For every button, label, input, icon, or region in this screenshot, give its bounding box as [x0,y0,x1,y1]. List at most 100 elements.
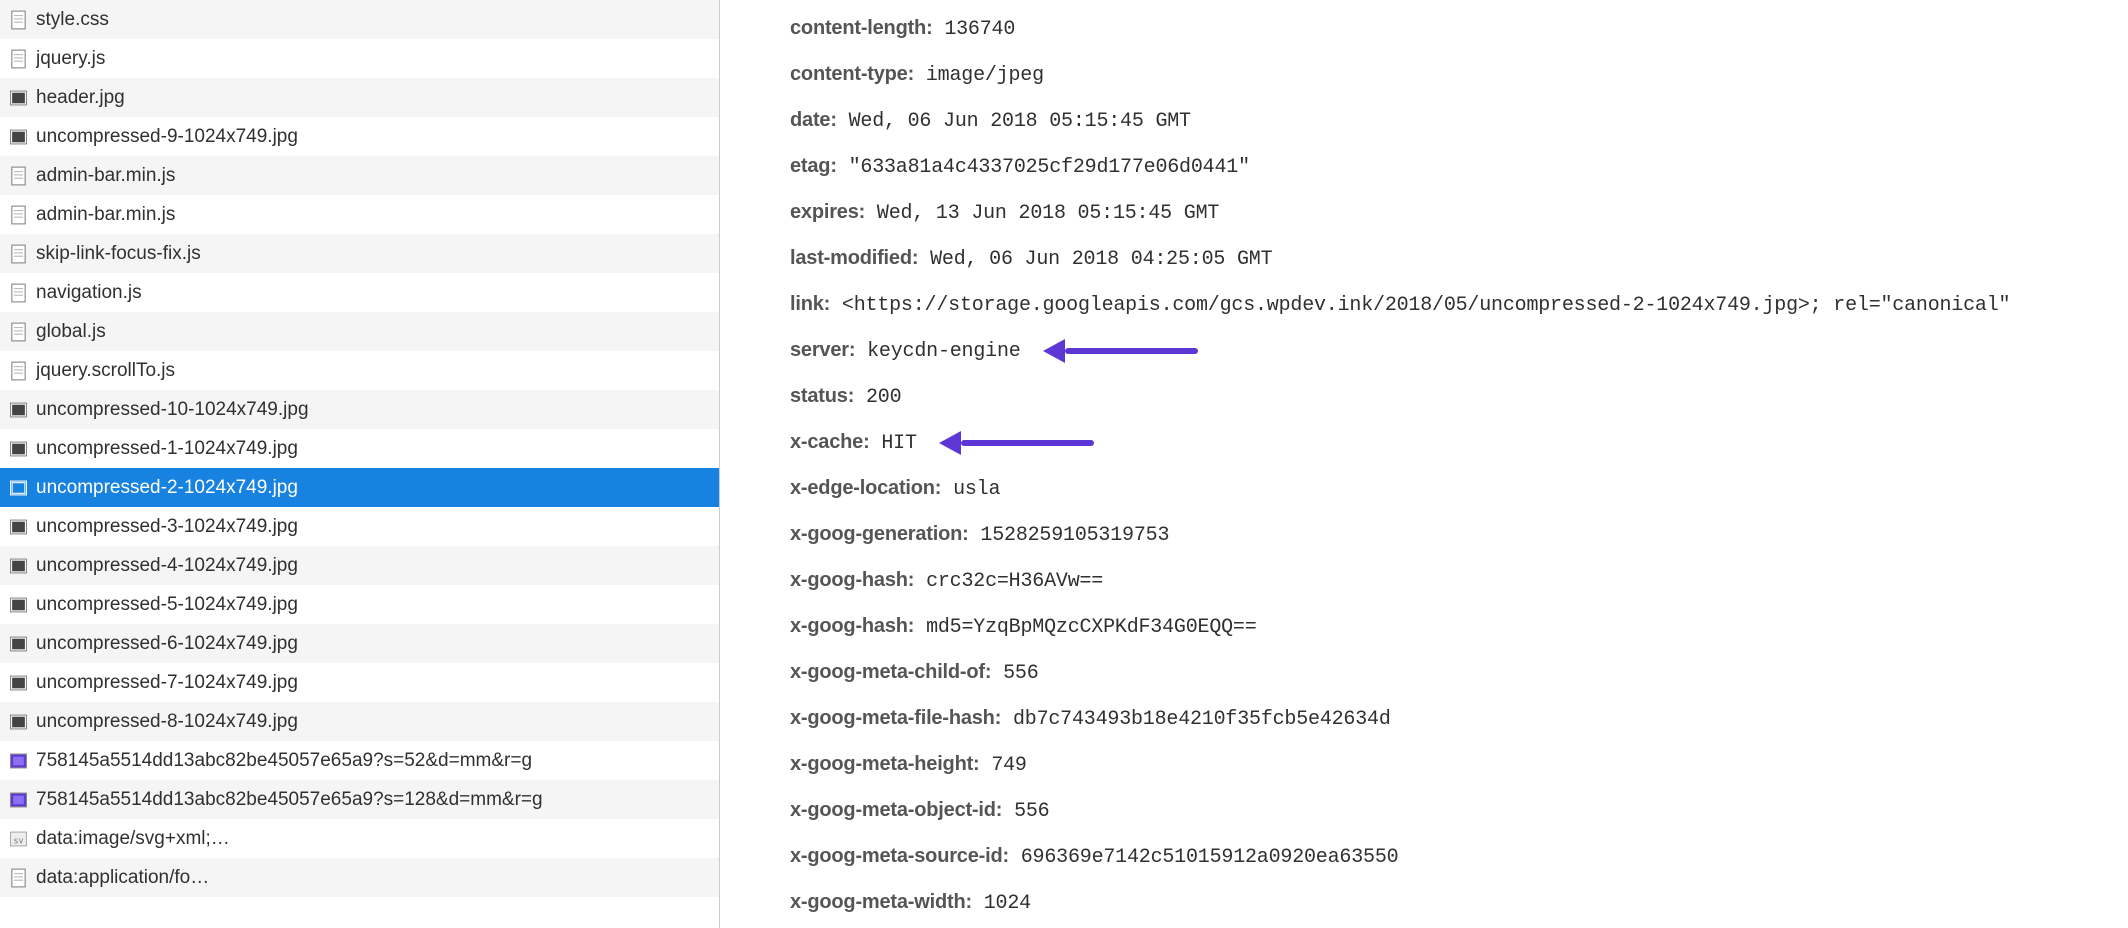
request-row[interactable]: admin-bar.min.js [0,156,719,195]
header-value: 1024 [972,892,1031,915]
svg-file-icon: sv [10,829,27,849]
header-value: Wed, 06 Jun 2018 05:15:45 GMT [837,110,1191,133]
request-name: navigation.js [36,273,719,312]
request-row[interactable]: admin-bar.min.js [0,195,719,234]
header-key: x-cache: [790,431,870,453]
request-name: style.css [36,0,719,39]
request-name: uncompressed-10-1024x749.jpg [36,390,719,429]
header-line: content-type: image/jpeg [790,62,2100,88]
request-name: uncompressed-8-1024x749.jpg [36,702,719,741]
image-file-icon [10,439,27,459]
request-row[interactable]: uncompressed-5-1024x749.jpg [0,585,719,624]
text-file-icon [10,322,27,342]
request-name: uncompressed-3-1024x749.jpg [36,507,719,546]
header-line: x-goog-generation: 1528259105319753 [790,522,2100,548]
header-line: x-goog-meta-file-hash: db7c743493b18e421… [790,706,2100,732]
thumb-file-icon [10,751,27,771]
header-value: usla [941,478,1000,501]
request-row[interactable]: uncompressed-8-1024x749.jpg [0,702,719,741]
request-row[interactable]: uncompressed-4-1024x749.jpg [0,546,719,585]
request-row[interactable]: header.jpg [0,78,719,117]
request-row[interactable]: uncompressed-2-1024x749.jpg [0,468,719,507]
image-file-icon [10,478,27,498]
request-row[interactable]: skip-link-focus-fix.js [0,234,719,273]
text-file-icon [10,49,27,69]
image-file-icon [10,634,27,654]
request-list[interactable]: style.css jquery.js header.jpg uncompres… [0,0,719,928]
request-row[interactable]: 758145a5514dd13abc82be45057e65a9?s=52&d=… [0,741,719,780]
request-row[interactable]: style.css [0,0,719,39]
header-value: 136740 [933,18,1016,41]
request-name: admin-bar.min.js [36,195,719,234]
request-name: data:application/fo… [36,858,719,897]
header-value: 749 [980,754,1027,777]
header-value: keycdn-engine [855,340,1020,363]
header-line: server: keycdn-engine [790,338,2100,364]
header-line: link: <https://storage.googleapis.com/gc… [790,292,2100,318]
request-row[interactable]: uncompressed-9-1024x749.jpg [0,117,719,156]
header-value: crc32c=H36AVw== [914,570,1103,593]
header-key: x-edge-location: [790,477,941,499]
header-key: x-goog-meta-file-hash: [790,707,1001,729]
text-file-icon [10,244,27,264]
text-file-icon [10,205,27,225]
header-line: x-goog-meta-source-id: 696369e7142c51015… [790,844,2100,870]
request-row[interactable]: jquery.scrollTo.js [0,351,719,390]
request-name: global.js [36,312,719,351]
header-line: date: Wed, 06 Jun 2018 05:15:45 GMT [790,108,2100,134]
header-key: x-goog-meta-child-of: [790,661,991,683]
response-headers-panel: content-length: 136740 content-type: imag… [720,0,2128,928]
request-row[interactable]: global.js [0,312,719,351]
request-name: uncompressed-6-1024x749.jpg [36,624,719,663]
text-file-icon [10,166,27,186]
header-key: content-type: [790,63,914,85]
header-line: status: 200 [790,384,2100,410]
header-key: x-goog-hash: [790,615,914,637]
header-value: 556 [991,662,1038,685]
annotation-arrow-icon [939,436,1094,450]
request-row[interactable]: navigation.js [0,273,719,312]
request-row[interactable]: jquery.js [0,39,719,78]
header-value: image/jpeg [914,64,1044,87]
header-line: x-goog-meta-child-of: 556 [790,660,2100,686]
request-name: skip-link-focus-fix.js [36,234,719,273]
header-key: link: [790,293,830,315]
header-line: last-modified: Wed, 06 Jun 2018 04:25:05… [790,246,2100,272]
header-key: status: [790,385,854,407]
header-key: x-goog-meta-height: [790,753,980,775]
header-line: content-length: 136740 [790,16,2100,42]
thumb-file-icon [10,790,27,810]
header-key: x-goog-meta-object-id: [790,799,1002,821]
header-line: x-goog-meta-height: 749 [790,752,2100,778]
request-row[interactable]: data:application/fo… [0,858,719,897]
header-value: 556 [1002,800,1049,823]
header-line: x-cache: HIT [790,430,2100,456]
request-name: 758145a5514dd13abc82be45057e65a9?s=52&d=… [36,741,719,780]
request-row[interactable]: uncompressed-7-1024x749.jpg [0,663,719,702]
header-key: last-modified: [790,247,918,269]
request-name: data:image/svg+xml;… [36,819,719,858]
svg-text:sv: sv [13,836,23,846]
header-value: 200 [854,386,901,409]
header-key: x-goog-hash: [790,569,914,591]
request-row[interactable]: uncompressed-10-1024x749.jpg [0,390,719,429]
request-row[interactable]: uncompressed-3-1024x749.jpg [0,507,719,546]
header-line: expires: Wed, 13 Jun 2018 05:15:45 GMT [790,200,2100,226]
request-row[interactable]: 758145a5514dd13abc82be45057e65a9?s=128&d… [0,780,719,819]
request-row[interactable]: uncompressed-6-1024x749.jpg [0,624,719,663]
header-line: x-goog-hash: md5=YzqBpMQzcCXPKdF34G0EQQ=… [790,614,2100,640]
request-name: admin-bar.min.js [36,156,719,195]
header-key: x-goog-meta-source-id: [790,845,1009,867]
header-line: x-goog-meta-width: 1024 [790,890,2100,916]
header-value: md5=YzqBpMQzcCXPKdF34G0EQQ== [914,616,1256,639]
header-line: x-edge-location: usla [790,476,2100,502]
request-name: uncompressed-7-1024x749.jpg [36,663,719,702]
header-line: x-goog-meta-object-id: 556 [790,798,2100,824]
request-row[interactable]: sv data:image/svg+xml;… [0,819,719,858]
image-file-icon [10,673,27,693]
text-file-icon [10,10,27,30]
image-file-icon [10,127,27,147]
image-file-icon [10,712,27,732]
request-row[interactable]: uncompressed-1-1024x749.jpg [0,429,719,468]
header-key: expires: [790,201,865,223]
